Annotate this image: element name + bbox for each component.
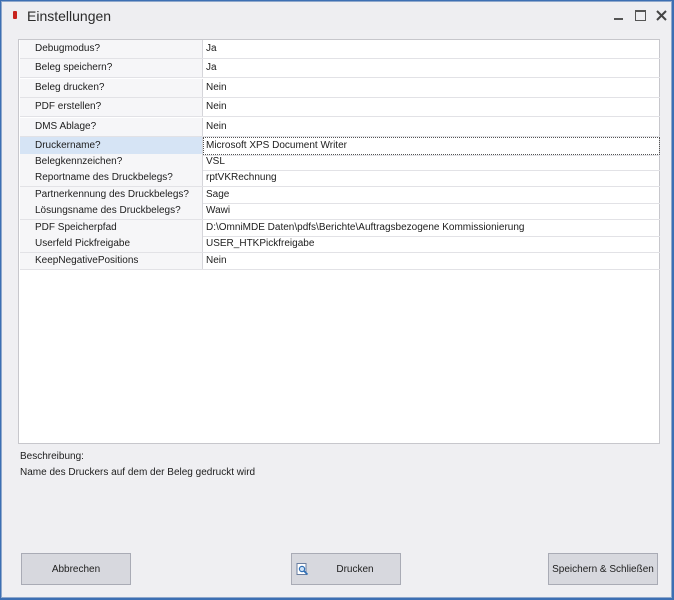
property-row[interactable]: Lösungsname des Druckbelegs? Wawi xyxy=(20,203,660,220)
property-row[interactable]: PDF erstellen? Nein xyxy=(20,98,660,117)
maximize-button[interactable] xyxy=(632,7,648,23)
print-button-label: Drucken xyxy=(336,563,374,575)
property-name: Beleg speichern? xyxy=(20,59,203,77)
property-value[interactable]: Nein xyxy=(203,253,660,269)
property-row[interactable]: DMS Ablage? Nein xyxy=(20,118,660,137)
print-preview-icon xyxy=(296,563,309,576)
minimize-icon xyxy=(613,18,623,20)
print-button[interactable]: Drucken xyxy=(291,553,401,585)
settings-window: Einstellungen Debugmodus? Ja Beleg speiche… xyxy=(1,1,672,598)
property-value[interactable]: Nein xyxy=(203,98,660,116)
cancel-button[interactable]: Abbrechen xyxy=(21,553,131,585)
property-value[interactable]: VSL xyxy=(203,154,660,170)
property-name: Lösungsname des Druckbelegs? xyxy=(20,203,203,219)
property-value[interactable]: Sage xyxy=(203,187,660,203)
property-row[interactable]: PDF Speicherpfad D:\OmniMDE Daten\pdfs\Be… xyxy=(20,220,660,237)
property-row[interactable]: Userfeld Pickfreigabe USER_HTKPickfreigab… xyxy=(20,236,660,253)
property-name: Partnerkennung des Druckbelegs? xyxy=(20,187,203,203)
save-and-close-button[interactable]: Speichern & Schließen xyxy=(548,553,658,585)
save-and-close-button-label: Speichern & Schließen xyxy=(552,563,654,575)
description-text: Name des Druckers auf dem der Beleg gedr… xyxy=(20,467,256,478)
property-row[interactable]: Beleg drucken? Nein xyxy=(20,79,660,98)
property-name: DMS Ablage? xyxy=(20,118,203,136)
property-name: Userfeld Pickfreigabe xyxy=(20,236,203,252)
cancel-button-label: Abbrechen xyxy=(51,563,101,575)
property-value[interactable]: Microsoft XPS Document Writer xyxy=(203,137,660,155)
property-name: KeepNegativePositions xyxy=(20,253,203,269)
property-grid: Debugmodus? Ja Beleg speichern? Ja Beleg dru… xyxy=(18,39,660,444)
property-row[interactable]: Partnerkennung des Druckbelegs? Sage xyxy=(20,187,660,204)
close-button[interactable] xyxy=(653,7,669,23)
property-value[interactable]: D:\OmniMDE Daten\pdfs\Berichte\Auftragsb… xyxy=(203,220,660,236)
window-title: Einstellungen xyxy=(27,8,112,24)
property-row[interactable]: KeepNegativePositions Nein xyxy=(20,253,660,270)
property-value[interactable]: rptVKRechnung xyxy=(203,170,660,186)
description-title: Beschreibung: xyxy=(20,451,84,462)
property-value[interactable]: Nein xyxy=(203,79,660,97)
property-value[interactable]: Ja xyxy=(203,40,660,58)
property-value[interactable]: Nein xyxy=(203,118,660,136)
maximize-icon xyxy=(634,9,646,21)
property-row[interactable]: Belegkennzeichen? VSL xyxy=(20,154,660,171)
title-bar[interactable]: Einstellungen xyxy=(2,2,671,30)
property-name: Reportname des Druckbelegs? xyxy=(20,170,203,186)
property-row[interactable]: Debugmodus? Ja xyxy=(20,40,660,59)
property-name: Belegkennzeichen? xyxy=(20,154,203,170)
property-value[interactable]: Ja xyxy=(203,59,660,77)
property-value[interactable]: USER_HTKPickfreigabe xyxy=(203,236,660,252)
property-row[interactable]: Beleg speichern? Ja xyxy=(20,59,660,78)
property-name: PDF erstellen? xyxy=(20,98,203,116)
property-row[interactable]: Reportname des Druckbelegs? rptVKRechnung xyxy=(20,170,660,187)
close-icon xyxy=(655,9,667,21)
property-value[interactable]: Wawi xyxy=(203,203,660,219)
minimize-button[interactable] xyxy=(610,7,626,23)
property-name: Debugmodus? xyxy=(20,40,203,58)
property-name: Druckername? xyxy=(20,137,203,155)
property-name: Beleg drucken? xyxy=(20,79,203,97)
app-icon xyxy=(13,11,17,19)
property-name: PDF Speicherpfad xyxy=(20,220,203,236)
